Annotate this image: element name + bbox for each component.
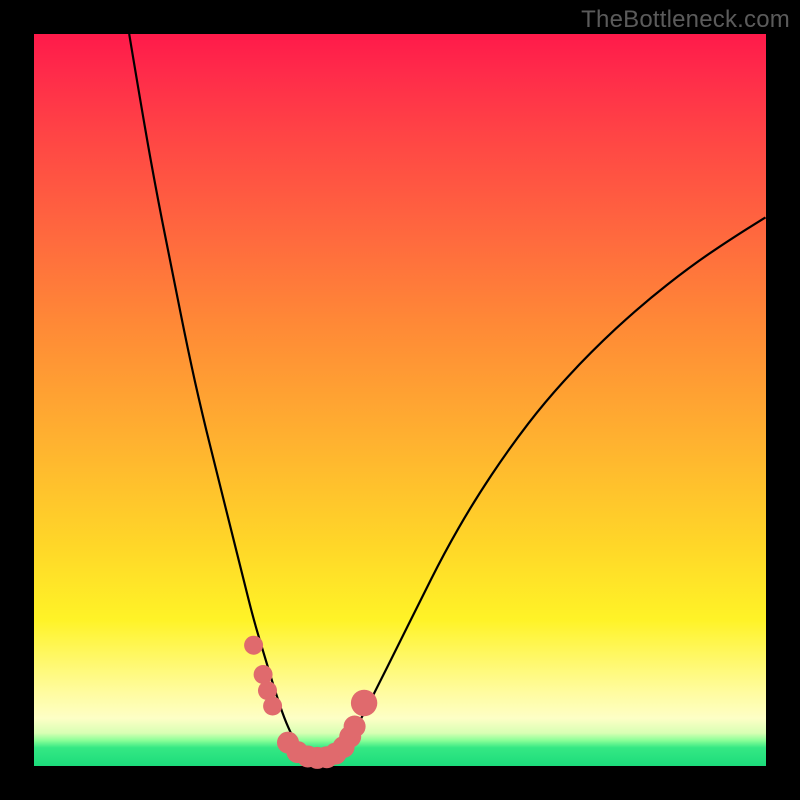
plot-area <box>34 34 766 766</box>
curve-marker <box>244 636 263 655</box>
curve-marker <box>263 697 282 716</box>
right-curve <box>341 217 766 748</box>
curve-marker <box>344 716 366 738</box>
watermark-text: TheBottleneck.com <box>581 6 790 34</box>
curve-marker <box>351 690 377 716</box>
chart-svg <box>34 34 766 766</box>
chart-frame: TheBottleneck.com <box>0 0 800 800</box>
left-curve <box>129 34 299 748</box>
curve-marker <box>254 665 273 684</box>
